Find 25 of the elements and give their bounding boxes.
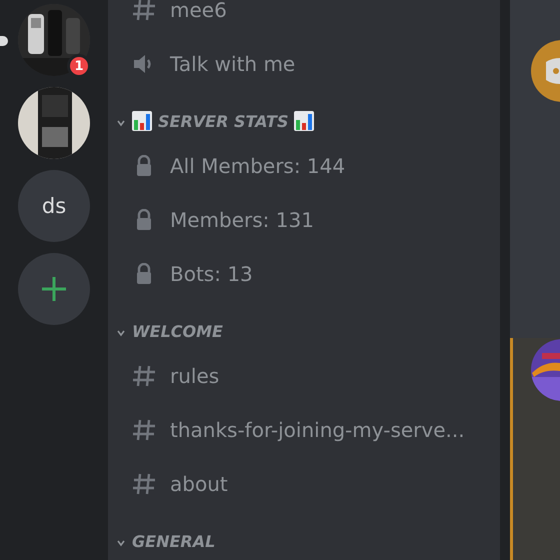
channel-item[interactable]: All Members: 144 — [108, 139, 500, 193]
channel-item[interactable]: about — [108, 457, 500, 511]
server-icon[interactable]: ds — [18, 170, 90, 242]
channel-item[interactable]: rules — [108, 349, 500, 403]
hashtag-icon — [132, 419, 156, 441]
channel-item[interactable]: Bots: 13 — [108, 247, 500, 301]
channel-item[interactable]: mee6 — [108, 0, 500, 37]
plus-icon — [41, 276, 67, 302]
hashtag-icon — [132, 473, 156, 495]
category-header[interactable]: SERVER STATS — [108, 91, 500, 139]
server-name: ds — [42, 194, 66, 218]
category-name: GENERAL — [132, 532, 216, 551]
bar-chart-icon — [132, 111, 152, 131]
hashtag-icon — [132, 365, 156, 387]
notification-badge: 1 — [67, 54, 91, 78]
avatar-icon — [530, 40, 560, 102]
category-name: WELCOME — [132, 322, 223, 341]
bar-chart-icon — [294, 111, 314, 131]
channel-item[interactable]: Talk with me — [108, 37, 500, 91]
channel-item[interactable]: thanks-for-joining-my-serve... — [108, 403, 500, 457]
category-header[interactable]: GENERAL — [108, 511, 500, 559]
hashtag-icon — [132, 0, 156, 21]
category-header[interactable]: WELCOME — [108, 301, 500, 349]
category-name: SERVER STATS — [158, 112, 288, 131]
channel-item[interactable]: Members: 131 — [108, 193, 500, 247]
